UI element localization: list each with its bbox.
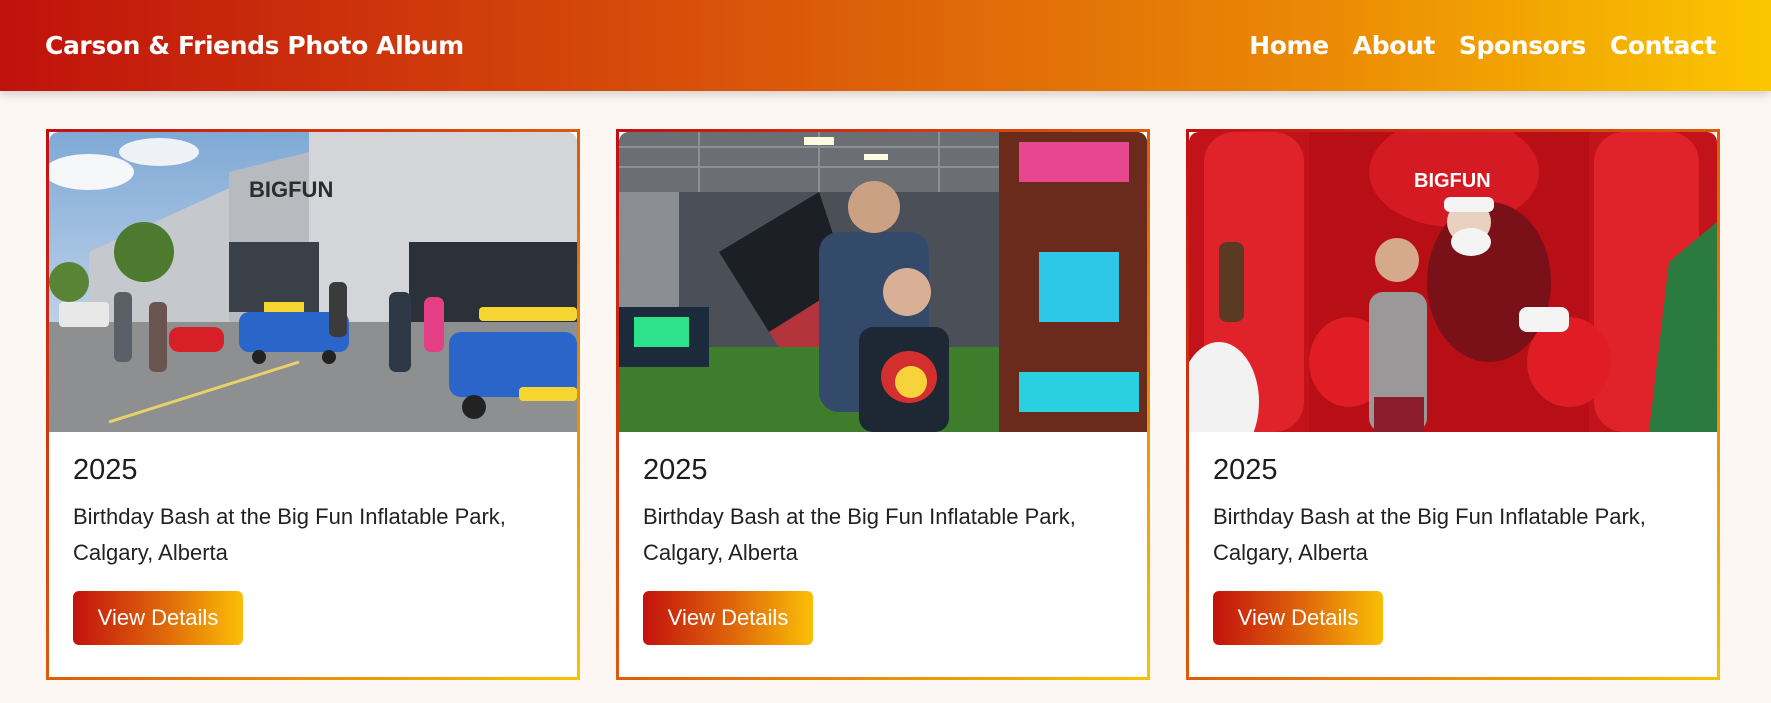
nav-about-link[interactable]: About [1353, 31, 1436, 60]
view-details-button[interactable]: View Details [73, 591, 243, 645]
card-year: 2025 [643, 454, 708, 486]
card-body: 2025 Birthday Bash at the Big Fun Inflat… [1189, 432, 1717, 645]
card-year: 2025 [73, 454, 138, 486]
photo-card: BIGFUN 2025 Birthday Bash at the Big Fun… [1186, 129, 1720, 680]
card-description: Birthday Bash at the Big Fun Inflatable … [1213, 504, 1646, 565]
card-description: Birthday Bash at the Big Fun Inflatable … [643, 504, 1076, 565]
nav-contact-link[interactable]: Contact [1610, 31, 1717, 60]
site-title[interactable]: Carson & Friends Photo Album [45, 31, 464, 60]
card-body: 2025 Birthday Bash at the Big Fun Inflat… [49, 432, 577, 645]
view-details-button[interactable]: View Details [1213, 591, 1383, 645]
card-photo-parking-lot[interactable]: BIGFUN [49, 132, 577, 432]
card-photo-santa[interactable]: BIGFUN [1189, 132, 1717, 432]
photo-card: 2025 Birthday Bash at the Big Fun Inflat… [616, 129, 1150, 680]
card-description: Birthday Bash at the Big Fun Inflatable … [73, 504, 506, 565]
parking-lot-photo: BIGFUN [49, 132, 577, 432]
bigfun-sign: BIGFUN [1414, 170, 1491, 192]
santa-photo: BIGFUN [1189, 132, 1717, 432]
card-year: 2025 [1213, 454, 1278, 486]
bigfun-sign: BIGFUN [249, 177, 333, 202]
site-header: Carson & Friends Photo Album Home About … [0, 0, 1771, 91]
card-photo-arcade[interactable] [619, 132, 1147, 432]
nav-home-link[interactable]: Home [1249, 31, 1329, 60]
nav-sponsors-link[interactable]: Sponsors [1459, 31, 1586, 60]
view-details-button[interactable]: View Details [643, 591, 813, 645]
arcade-photo [619, 132, 1147, 432]
card-body: 2025 Birthday Bash at the Big Fun Inflat… [619, 432, 1147, 645]
main-nav: Home About Sponsors Contact [1249, 31, 1716, 60]
photo-card: BIGFUN 2025 Birthday Bash at the Big Fun… [46, 129, 580, 680]
photo-card-grid: BIGFUN 2025 Birthday Bash at the Big Fun… [46, 129, 1720, 680]
